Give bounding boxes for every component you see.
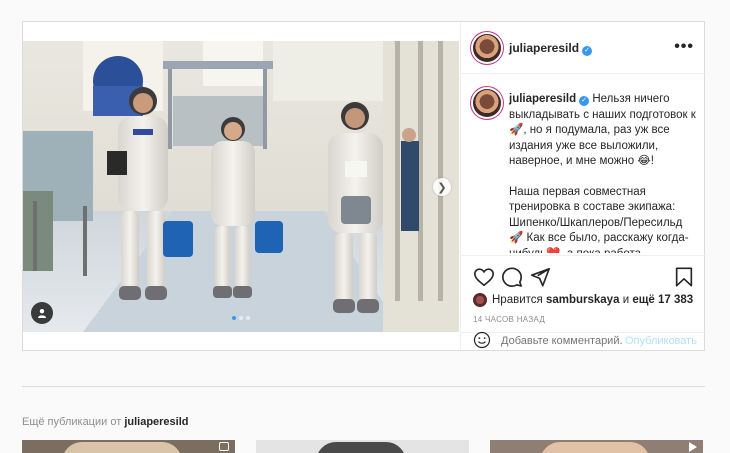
emoji-icon[interactable] — [473, 331, 491, 349]
user-icon — [38, 309, 46, 318]
caption-username[interactable]: juliaperesild — [509, 93, 576, 105]
caption-text: juliaperesild ✓ Нельзя ничего выкладывать… — [509, 92, 699, 253]
post-card: ❯ juliaperesild ✓ ••• juliaperesild ✓ Не… — [22, 21, 706, 351]
tagged-users-button[interactable] — [31, 302, 53, 324]
heart-icon[interactable] — [473, 266, 495, 288]
post-author[interactable]: juliaperesild ✓ — [509, 41, 593, 56]
more-posts-prefix: Ещё публикации от — [22, 416, 122, 428]
more-options-icon[interactable]: ••• — [674, 38, 694, 56]
caption-area: juliaperesild ✓ Нельзя ничего выкладывать… — [461, 75, 706, 253]
more-posts-heading: Ещё публикации от juliaperesild — [22, 416, 189, 428]
verified-badge-icon: ✓ — [582, 46, 593, 56]
share-icon[interactable] — [529, 266, 551, 288]
chevron-right-icon: ❯ — [437, 181, 447, 194]
likes-summary: Нравится samburskaya и ещё 17 383 — [473, 293, 693, 307]
caption-part-2: Наша первая совместная тренировка в сост… — [509, 185, 689, 254]
likes-count[interactable]: ещё 17 383 — [632, 294, 693, 306]
avatar[interactable] — [473, 89, 501, 117]
post-header: juliaperesild ✓ ••• — [461, 22, 706, 74]
likes-prefix: Нравится — [492, 294, 543, 306]
comment-row: Опубликовать — [461, 331, 706, 350]
astronauts-photo — [23, 41, 459, 332]
video-icon — [689, 442, 697, 452]
post-photo[interactable] — [23, 41, 459, 332]
post-sidebar: juliaperesild ✓ ••• juliaperesild ✓ Нельзя… — [460, 22, 706, 350]
more-post-thumbnail[interactable] — [256, 440, 469, 453]
bookmark-icon[interactable] — [673, 266, 695, 288]
publish-button[interactable]: Опубликовать — [625, 335, 697, 347]
more-post-thumbnail[interactable] — [22, 440, 235, 453]
comment-input[interactable] — [501, 332, 623, 350]
liker-avatar[interactable] — [473, 293, 487, 307]
section-divider — [22, 386, 705, 387]
likes-connector: и — [622, 294, 630, 306]
carousel-dot — [239, 316, 243, 320]
liker-username[interactable]: samburskaya — [546, 294, 620, 306]
more-posts-username[interactable]: juliaperesild — [124, 416, 188, 428]
avatar[interactable] — [473, 34, 501, 62]
more-post-thumbnail[interactable] — [490, 440, 703, 453]
verified-badge-icon: ✓ — [579, 96, 590, 106]
post-timestamp[interactable]: 14 часов назад — [473, 315, 545, 324]
carousel-icon — [219, 442, 229, 451]
comment-icon[interactable] — [501, 266, 523, 288]
author-username[interactable]: juliaperesild — [509, 41, 579, 55]
carousel-dot — [246, 316, 250, 320]
post-media: ❯ — [23, 22, 459, 350]
next-slide-button[interactable]: ❯ — [433, 178, 451, 196]
carousel-indicator — [232, 316, 250, 320]
carousel-dot — [232, 316, 236, 320]
